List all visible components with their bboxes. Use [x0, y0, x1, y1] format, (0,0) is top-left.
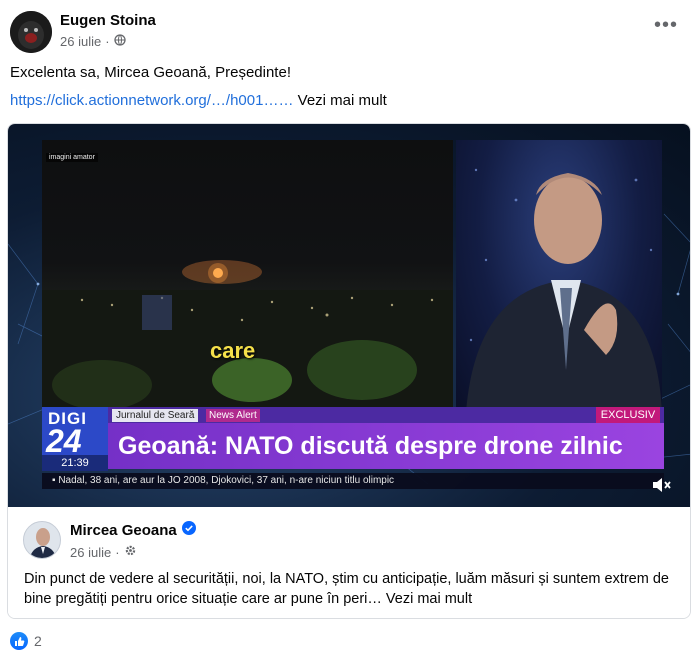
globe-icon	[113, 34, 126, 49]
shared-post-date[interactable]: 26 iulie	[70, 545, 111, 560]
headline-bar: Geoană: NATO discută despre drone zilnic	[108, 423, 664, 469]
like-icon	[10, 632, 28, 650]
news-alert-tag: News Alert	[206, 409, 260, 422]
reactions-summary[interactable]: 2	[10, 632, 42, 650]
author-avatar[interactable]	[10, 11, 52, 53]
news-lower-third: DIGI 24 21:39 Jurnalul de Seară News Ale…	[42, 407, 664, 492]
verified-badge-icon	[181, 521, 196, 539]
shared-post-text: Din punct de vedere al securității, noi,…	[24, 569, 684, 609]
reactions-count: 2	[34, 633, 42, 649]
shared-see-more-link[interactable]: Vezi mai mult	[382, 591, 472, 607]
news-headline: Geoană: NATO discută despre drone zilnic	[118, 432, 623, 460]
facebook-post: Eugen Stoina 26 iulie · ••• Excelenta sa…	[0, 0, 700, 665]
post-text: Excelenta sa, Mircea Geoană, Președinte!	[10, 64, 291, 81]
broadcast-time: 21:39	[42, 455, 108, 471]
shared-post-meta: 26 iulie ·	[70, 544, 137, 560]
post-meta: 26 iulie ·	[60, 34, 126, 49]
shared-author-name[interactable]: Mircea Geoana	[70, 522, 177, 539]
see-more-link[interactable]: Vezi mai mult	[293, 92, 387, 109]
studio-guest-frame	[456, 140, 662, 412]
shared-post-card[interactable]: imagini amator care DIGI 24 21:39 Jurnal…	[7, 123, 691, 619]
amateur-footage: imagini amator care	[42, 140, 453, 412]
post-link-line: https://click.actionnetwork.org/…/h001………	[10, 92, 387, 109]
shared-author-name-row: Mircea Geoana	[70, 521, 196, 539]
gear-icon	[124, 544, 137, 560]
muted-speaker-icon[interactable]	[651, 476, 673, 499]
shared-meta-separator: ·	[115, 544, 120, 560]
amateur-footage-label: imagini amator	[46, 153, 98, 162]
video-caption: care	[210, 338, 256, 363]
shared-post-body: Din punct de vedere al securității, noi,…	[24, 571, 669, 607]
shared-author-avatar[interactable]	[23, 521, 61, 559]
show-tag: Jurnalul de Seară	[112, 409, 199, 422]
news-ticker: ▪ Nadal, 38 ani, are aur la JO 2008, Djo…	[42, 473, 664, 489]
author-name[interactable]: Eugen Stoina	[60, 12, 156, 29]
news-topbar: Jurnalul de Seară News Alert EXCLUSIV	[108, 407, 664, 423]
video-player[interactable]: imagini amator care DIGI 24 21:39 Jurnal…	[8, 124, 690, 507]
exclusive-tag: EXCLUSIV	[596, 407, 660, 423]
post-date[interactable]: 26 iulie	[60, 34, 101, 49]
ticker-text: Nadal, 38 ani, are aur la JO 2008, Djoko…	[58, 475, 395, 486]
shared-post-info: Mircea Geoana 26 iulie · Din punct de ve…	[8, 507, 690, 618]
post-link[interactable]: https://click.actionnetwork.org/…/h001……	[10, 92, 293, 109]
more-options-icon[interactable]: •••	[654, 15, 678, 35]
meta-separator: ·	[105, 34, 110, 49]
